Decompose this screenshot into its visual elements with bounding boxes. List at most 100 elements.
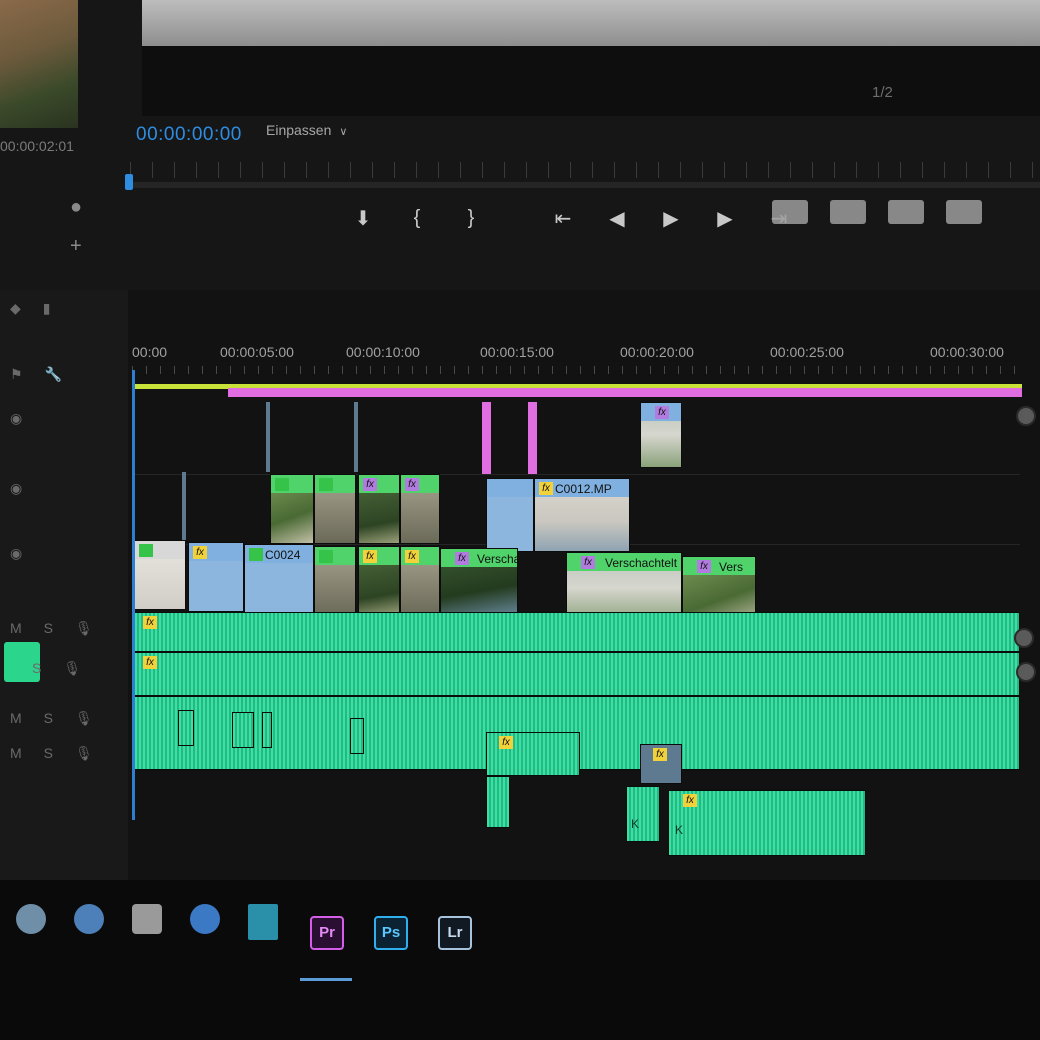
fx-badge: fx	[405, 550, 419, 563]
track-a2-header: S 🎙	[32, 660, 82, 677]
program-monitor: 00:00:02:01 00:00:00:00 Einpassen ∨ 1/2 ●…	[0, 0, 1040, 290]
linked-selection-icon[interactable]: ▮	[43, 300, 51, 317]
vertical-scroll-handle[interactable]	[1016, 406, 1036, 426]
premiere-pro-icon[interactable]: Pr	[310, 916, 344, 950]
audio-clip[interactable]	[232, 712, 254, 748]
marker-icon[interactable]: ⚑	[10, 366, 23, 383]
compare-icon[interactable]	[946, 200, 982, 224]
track-v1-header: ◉	[10, 545, 22, 562]
audio-clip-k1[interactable]: K	[626, 786, 660, 842]
fx-badge: fx	[363, 550, 377, 563]
audio-clip[interactable]	[178, 710, 194, 746]
clip-edge[interactable]	[354, 402, 358, 472]
eye-icon[interactable]: ◉	[10, 410, 22, 427]
monitor-time-ruler[interactable]	[130, 162, 1040, 178]
playhead-timecode[interactable]: 00:00:00:00	[136, 124, 242, 146]
bird-app-icon[interactable]	[74, 904, 104, 934]
network-app-icon[interactable]	[190, 904, 220, 934]
monitor-playhead[interactable]	[125, 174, 133, 190]
go-to-in-icon[interactable]: ⇤	[550, 206, 576, 231]
eye-icon[interactable]: ◉	[10, 545, 22, 562]
settings-dot-icon[interactable]: ●	[70, 196, 82, 219]
wrench-icon[interactable]: 🔧	[45, 366, 62, 383]
audio-clip-a1[interactable]: fx	[134, 612, 1020, 652]
ruler-label: 00:00	[132, 344, 168, 360]
track-a4-header: M S 🎙	[10, 745, 93, 762]
mark-out-icon[interactable]: }	[458, 207, 484, 230]
photoshop-icon[interactable]: Ps	[374, 916, 408, 950]
extract-icon[interactable]	[830, 200, 866, 224]
mic-icon[interactable]: 🎙	[63, 660, 81, 677]
video-clip[interactable]: fx	[358, 474, 400, 544]
fx-badge-inactive	[319, 478, 333, 491]
audio-clip-fx[interactable]: fx	[640, 744, 682, 784]
monitor-edit-tools	[772, 200, 982, 224]
transport-controls: ⬇ { } ⇤ ◀ ▶ ▶ ⇥	[350, 206, 792, 231]
fx-badge: fx	[193, 546, 207, 559]
audio-clip-fx[interactable]: fx	[486, 732, 580, 776]
lift-icon[interactable]	[772, 200, 808, 224]
timeline-ruler[interactable]: 00:00 00:00:05:00 00:00:10:00 00:00:15:0…	[132, 336, 1022, 374]
mic-icon[interactable]: 🎙	[75, 745, 93, 762]
audio-clip-k1-fx[interactable]: fx K	[668, 790, 866, 856]
play-icon[interactable]: ▶	[658, 206, 684, 231]
clip-edge[interactable]	[182, 472, 186, 544]
fx-badge: fx	[581, 556, 595, 569]
vertical-scroll-handle[interactable]	[1016, 662, 1036, 682]
video-clip[interactable]: fx	[640, 402, 682, 468]
video-clip-c0024[interactable]: C0024	[244, 544, 314, 614]
program-video-frame	[142, 0, 1040, 46]
zoom-fit-select[interactable]: Einpassen ∨	[266, 122, 347, 138]
clip-label: Vers	[719, 560, 744, 574]
mark-in-icon[interactable]: {	[404, 207, 430, 230]
add-marker-icon[interactable]: ⬇	[350, 206, 376, 231]
video-clip[interactable]	[270, 474, 314, 544]
fx-badge-inactive	[319, 550, 333, 563]
video-clip[interactable]	[134, 540, 186, 610]
fx-badge-inactive	[275, 478, 289, 491]
timeline-playhead[interactable]	[132, 370, 135, 820]
audio-clip-a2[interactable]: fx	[134, 652, 1020, 696]
snap-icon[interactable]: ◆	[10, 300, 21, 317]
mic-icon[interactable]: 🎙	[75, 710, 93, 727]
video-clip[interactable]: fx	[400, 546, 440, 616]
step-forward-icon[interactable]: ▶	[712, 206, 738, 231]
video-clip-c0012[interactable]: fx C0012.MP	[534, 478, 630, 552]
fx-badge: fx	[697, 560, 711, 573]
eye-icon[interactable]: ◉	[10, 480, 22, 497]
video-clip[interactable]: fx	[358, 546, 400, 616]
audio-clip[interactable]	[486, 776, 510, 828]
system-app-icon[interactable]	[16, 904, 46, 934]
nested-sequence-clip[interactable]: fx Verscha	[440, 548, 518, 618]
track-v3-header: ◉	[10, 410, 22, 427]
audio-clip[interactable]	[262, 712, 272, 748]
vertical-scroll-handle[interactable]	[1014, 628, 1034, 648]
video-clip[interactable]	[314, 546, 356, 616]
video-clip[interactable]	[486, 478, 534, 552]
left-panel-tools: ● +	[70, 196, 82, 258]
audio-clip[interactable]	[350, 718, 364, 754]
document-app-icon[interactable]	[132, 904, 162, 934]
track-headers: ◆ ▮ ⚑ 🔧 ◉ ◉ ◉ M S 🎙 S 🎙 M S 🎙 M S 🎙	[0, 290, 128, 880]
timeline-panel: ◆ ▮ ⚑ 🔧 ◉ ◉ ◉ M S 🎙 S 🎙 M S 🎙 M S 🎙 00:00 00:00:0…	[0, 290, 1040, 880]
media-app-icon[interactable]	[248, 904, 278, 940]
video-clip[interactable]	[314, 474, 356, 544]
track-a3-header: M S 🎙	[10, 710, 93, 727]
fx-badge-inactive	[139, 544, 153, 557]
os-taskbar: Pr Ps Lr	[0, 880, 1040, 1040]
adjustment-clip[interactable]	[482, 402, 491, 474]
clip-label: K	[675, 823, 684, 837]
step-back-icon[interactable]: ◀	[604, 206, 630, 231]
adjustment-clip[interactable]	[528, 402, 537, 474]
monitor-scrub-bar[interactable]	[130, 182, 1040, 188]
clip-edge[interactable]	[266, 402, 270, 472]
fx-badge-inactive	[249, 548, 263, 561]
lightroom-icon[interactable]: Lr	[438, 916, 472, 950]
playback-resolution-select[interactable]: 1/2	[872, 84, 893, 101]
add-icon[interactable]: +	[70, 235, 82, 258]
export-frame-icon[interactable]	[888, 200, 924, 224]
video-clip[interactable]: fx	[188, 542, 244, 612]
video-clip[interactable]: fx	[400, 474, 440, 544]
mic-icon[interactable]: 🎙	[75, 620, 93, 637]
source-thumbnail[interactable]	[0, 0, 78, 128]
